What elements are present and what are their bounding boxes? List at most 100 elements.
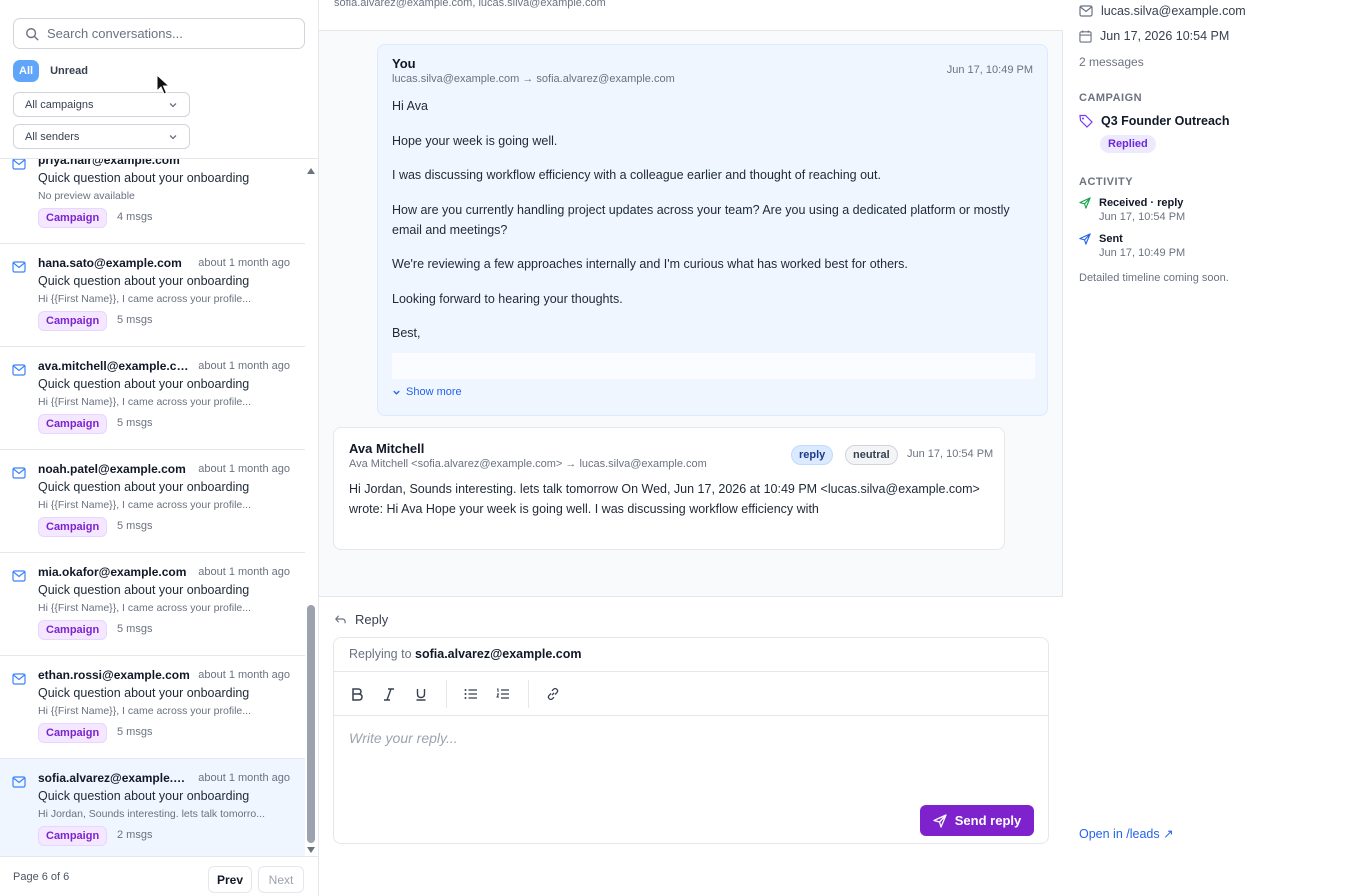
- activity-title: Received · reply: [1099, 197, 1184, 209]
- message-count: 5 msgs: [117, 623, 153, 635]
- thread-panel: sofia.alvarez@example.com, lucas.silva@e…: [319, 0, 1063, 896]
- page-info: Page 6 of 6: [13, 871, 70, 883]
- replying-to: Replying to sofia.alvarez@example.com: [334, 638, 1048, 672]
- scroll-thumb[interactable]: [307, 605, 315, 843]
- message-count: 5 msgs: [117, 417, 153, 429]
- message-sender: You: [392, 56, 416, 71]
- activity-item: Sent Jun 17, 10:49 PM: [1079, 233, 1185, 259]
- message-paragraph: Hope your week is going well.: [392, 133, 558, 148]
- reply-title: Reply: [355, 612, 389, 627]
- campaign-badge: Campaign: [38, 723, 108, 743]
- mail-icon: [12, 467, 26, 479]
- conversation-item[interactable]: mia.okafor@example.com about 1 month ago Q…: [0, 553, 305, 656]
- contact-email-row: lucas.silva@example.com: [1079, 4, 1246, 18]
- conversation-time: about 1 month ago: [198, 360, 290, 372]
- conversation-preview: Hi {{First Name}}, I came across your pr…: [38, 602, 251, 614]
- send-reply-label: Send reply: [954, 813, 1022, 828]
- scroll-up-arrow[interactable]: [307, 168, 315, 174]
- conversation-list[interactable]: priya.nair@example.com Quick question abo…: [0, 158, 318, 856]
- link-icon: [547, 687, 559, 701]
- message-route: lucas.silva@example.com → sofia.alvarez@…: [392, 73, 675, 85]
- list-scrollbar[interactable]: [306, 163, 316, 853]
- send-icon: [933, 813, 947, 828]
- filter-unread-button[interactable]: Unread: [50, 65, 88, 77]
- message-paragraph: How are you currently handling project u…: [392, 202, 1010, 237]
- conversation-item[interactable]: hana.sato@example.com about 1 month ago Qu…: [0, 244, 305, 347]
- filter-all-button[interactable]: All: [13, 60, 40, 82]
- message-route: Ava Mitchell <sofia.alvarez@example.com>…: [349, 458, 707, 470]
- message-body: Hi Jordan, Sounds interesting. lets talk…: [349, 482, 980, 516]
- conversation-item[interactable]: ava.mitchell@example.com about 1 month ag…: [0, 347, 305, 450]
- sentiment-tag: neutral: [845, 445, 898, 465]
- message-paragraph: Looking forward to hearing your thoughts…: [392, 291, 623, 306]
- campaign-status-badge: Replied: [1100, 135, 1156, 153]
- message-body: Hi Ava Hope your week is going well. I w…: [392, 96, 1032, 358]
- conversation-subject: Quick question about your onboarding: [38, 686, 250, 700]
- message-paragraph: I was discussing workflow efficiency wit…: [392, 168, 881, 182]
- filter-pills: All Unread: [13, 60, 88, 82]
- message-sent: You lucas.silva@example.com → sofia.alva…: [377, 44, 1048, 416]
- mail-icon: [12, 159, 26, 170]
- conversation-preview: Hi {{First Name}}, I came across your pr…: [38, 293, 251, 305]
- scroll-down-arrow[interactable]: [307, 847, 315, 853]
- conversation-item[interactable]: sofia.alvarez@example.com about 1 month a…: [0, 759, 305, 856]
- campaign-name: Q3 Founder Outreach: [1101, 114, 1230, 128]
- tag-icon: [1079, 114, 1093, 128]
- reply-tag: reply: [791, 445, 834, 465]
- next-page-button[interactable]: Next: [258, 866, 304, 893]
- activity-time: Jun 17, 10:49 PM: [1099, 247, 1186, 259]
- activity-title: Sent: [1099, 233, 1123, 245]
- message-paragraph: Hi Ava: [392, 99, 428, 113]
- campaign-badge: Campaign: [38, 517, 108, 537]
- conversation-email: hana.sato@example.com: [38, 256, 182, 270]
- conversation-email: priya.nair@example.com: [38, 158, 180, 167]
- sender-select-value: All senders: [25, 130, 80, 143]
- thread-header: sofia.alvarez@example.com, lucas.silva@e…: [319, 0, 1063, 31]
- timeline-coming-soon: Detailed timeline coming soon.: [1079, 272, 1229, 284]
- campaign-badge: Campaign: [38, 826, 108, 846]
- replying-to-email: sofia.alvarez@example.com: [415, 647, 582, 661]
- message-count: 5 msgs: [117, 520, 153, 532]
- format-toolbar: [334, 672, 1048, 716]
- message-count: 4 msgs: [117, 211, 153, 223]
- show-more-button[interactable]: Show more: [392, 386, 462, 398]
- search-box[interactable]: [13, 18, 305, 49]
- details-panel: lucas.silva@example.com Jun 17, 2026 10:…: [1064, 0, 1347, 896]
- date-row: Jun 17, 2026 10:54 PM: [1079, 29, 1229, 43]
- numbered-list-button[interactable]: [494, 685, 512, 703]
- conversation-subject: Quick question about your onboarding: [38, 583, 250, 597]
- mail-icon: [12, 673, 26, 685]
- conversation-items: priya.nair@example.com Quick question abo…: [0, 158, 305, 856]
- reply-editor[interactable]: Write your reply...: [349, 730, 458, 746]
- mouse-cursor-icon: [156, 74, 171, 95]
- conversation-item[interactable]: noah.patel@example.com about 1 month ago Q…: [0, 450, 305, 553]
- sender-select[interactable]: All senders: [13, 124, 190, 149]
- pagination: Page 6 of 6 Prev Next: [0, 856, 318, 896]
- conversation-subject: Quick question about your onboarding: [38, 789, 250, 803]
- chevron-down-icon: [169, 134, 177, 139]
- reply-composer: Replying to sofia.alvarez@example.com Wr…: [333, 637, 1049, 844]
- link-button[interactable]: [544, 685, 562, 703]
- underline-button[interactable]: [412, 685, 430, 703]
- send-reply-button[interactable]: Send reply: [920, 805, 1034, 836]
- conversation-item[interactable]: ethan.rossi@example.com about 1 month ago…: [0, 656, 305, 759]
- conversation-email: sofia.alvarez@example.com: [38, 771, 190, 785]
- campaign-badge: Campaign: [38, 208, 108, 228]
- mail-icon: [12, 570, 26, 582]
- bold-button[interactable]: [348, 685, 366, 703]
- message-paragraph: We're reviewing a few approaches interna…: [392, 257, 908, 271]
- bullet-list-button[interactable]: [462, 685, 480, 703]
- search-input[interactable]: [47, 26, 287, 41]
- open-in-leads-link[interactable]: Open in /leads ↗: [1079, 826, 1174, 841]
- message-received: Ava Mitchell Ava Mitchell <sofia.alvarez…: [333, 427, 1005, 550]
- underline-icon: [416, 688, 426, 701]
- reply-header: Reply: [334, 612, 388, 627]
- conversation-email: noah.patel@example.com: [38, 462, 186, 476]
- italic-button[interactable]: [380, 685, 398, 703]
- conversation-email: mia.okafor@example.com: [38, 565, 187, 579]
- conversation-item[interactable]: priya.nair@example.com Quick question abo…: [0, 158, 305, 244]
- mail-icon: [1079, 5, 1093, 17]
- toolbar-divider: [528, 680, 529, 708]
- prev-page-button[interactable]: Prev: [208, 866, 252, 893]
- campaign-badge: Campaign: [38, 414, 108, 434]
